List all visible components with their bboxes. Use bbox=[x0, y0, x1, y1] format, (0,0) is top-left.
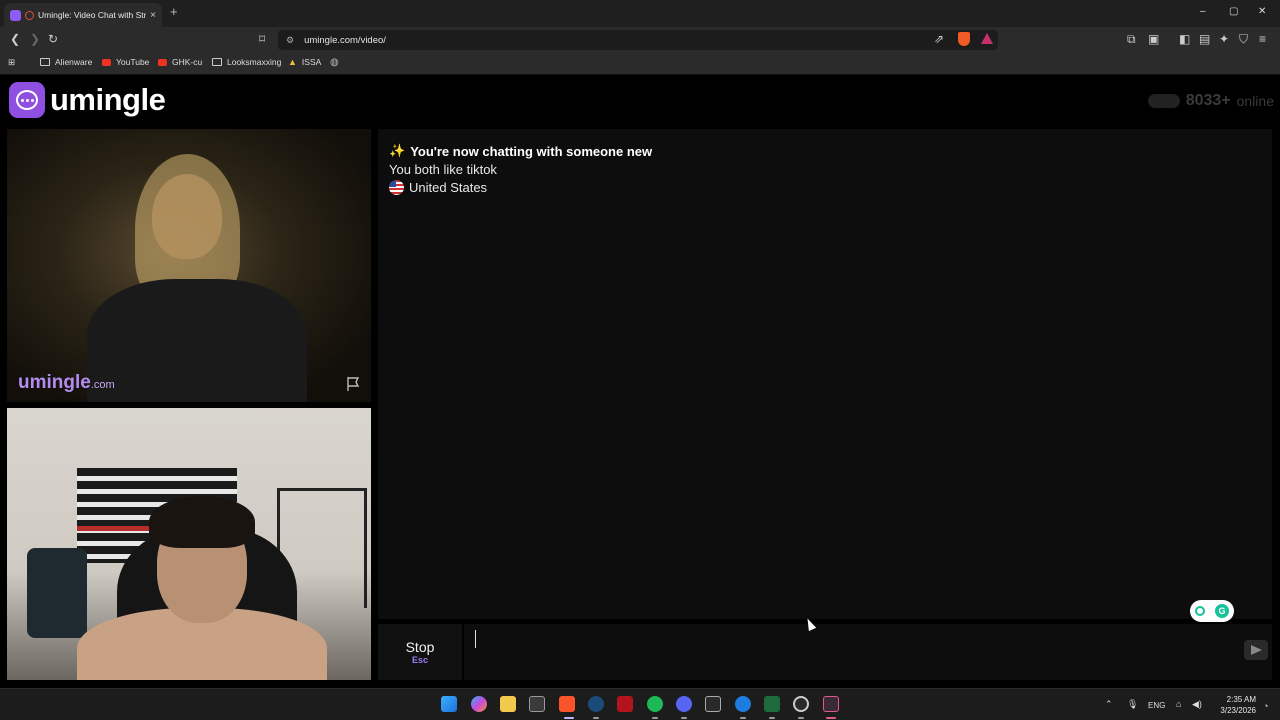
online-indicator: 8033+ online bbox=[1147, 92, 1274, 110]
grammarly-widget[interactable]: G bbox=[1190, 600, 1234, 622]
file-explorer-icon[interactable] bbox=[500, 696, 516, 712]
umingle-logo-icon bbox=[9, 82, 45, 118]
system-clock[interactable]: 2:35 AM 3/23/2026 bbox=[1208, 694, 1256, 716]
address-bar[interactable]: ⚙ umingle.com/video/ bbox=[278, 30, 998, 50]
excel-icon[interactable] bbox=[764, 696, 780, 712]
stop-label: Stop bbox=[405, 639, 435, 655]
chat-common-interest: You both like tiktok bbox=[389, 162, 497, 177]
obs-icon[interactable] bbox=[793, 696, 809, 712]
text-caret bbox=[475, 630, 476, 648]
grammarly-status-icon bbox=[1195, 606, 1205, 616]
bookmark-globe[interactable]: ◍ bbox=[330, 57, 339, 68]
remote-watermark: umingle.com bbox=[18, 372, 115, 393]
back-icon[interactable]: ❮ bbox=[10, 32, 20, 46]
clock-time: 2:35 AM bbox=[1226, 695, 1256, 704]
chat-panel: ✨ You're now chatting with someone new Y… bbox=[378, 129, 1272, 622]
sidebar-icon[interactable]: ◧ bbox=[1179, 32, 1190, 46]
tab-title: Umingle: Video Chat with Str bbox=[38, 10, 147, 20]
minimize-button[interactable]: – bbox=[1200, 6, 1206, 17]
epic-games-icon[interactable] bbox=[705, 696, 721, 712]
online-count: 8033+ bbox=[1185, 92, 1231, 109]
report-flag-icon[interactable] bbox=[345, 376, 361, 392]
leo-ai-icon[interactable]: ✦ bbox=[1219, 32, 1229, 46]
windows-taskbar: ⌃ 🎙 ENG ⌂ ◀) 2:35 AM 3/23/2026 ◔ bbox=[0, 688, 1280, 720]
notification-icon[interactable]: ◔ bbox=[1263, 701, 1268, 711]
extensions-icon[interactable]: ⧉ bbox=[1127, 32, 1136, 47]
chat-controls: Stop Esc bbox=[378, 624, 1272, 680]
steam-icon[interactable] bbox=[588, 696, 604, 712]
volume-icon[interactable]: ◀) bbox=[1192, 699, 1202, 710]
send-button[interactable] bbox=[1244, 640, 1268, 660]
tab-search-icon[interactable]: ▤ bbox=[1199, 32, 1210, 46]
globe-icon: ◍ bbox=[330, 57, 339, 68]
tab-close-icon[interactable]: × bbox=[150, 10, 156, 21]
url-text[interactable]: umingle.com/video/ bbox=[304, 35, 386, 46]
menu-icon[interactable]: ≡ bbox=[1259, 32, 1266, 46]
browser-toolbar: ❮ ❯ ↻ ⌑ ⚙ umingle.com/video/ ⇗ ⧉ ▣ ◧ ▤ ✦… bbox=[0, 27, 1280, 53]
vpn-icon[interactable]: ⛉ bbox=[1239, 32, 1248, 47]
edge-icon[interactable] bbox=[735, 696, 751, 712]
close-window-button[interactable]: ✕ bbox=[1258, 6, 1266, 17]
chat-country: United States bbox=[389, 180, 487, 195]
epic-games-launcher-icon[interactable] bbox=[823, 696, 839, 712]
bookmark-looksmaxxing[interactable]: Looksmaxxing bbox=[212, 57, 281, 67]
forward-icon[interactable]: ❯ bbox=[30, 32, 40, 46]
grammarly-icon: G bbox=[1215, 604, 1229, 618]
brave-shields-icon[interactable] bbox=[958, 32, 970, 46]
chat-system-message: ✨ You're now chatting with someone new bbox=[389, 143, 653, 159]
umingle-logo[interactable]: umingle bbox=[9, 82, 166, 118]
local-video bbox=[7, 408, 371, 680]
online-toggle bbox=[1147, 94, 1180, 108]
bookmark-alienware[interactable]: Alienware bbox=[40, 57, 92, 67]
logo-text: umingle bbox=[50, 82, 166, 117]
wallet-icon[interactable]: ▣ bbox=[1148, 32, 1159, 46]
brave-icon[interactable] bbox=[559, 696, 575, 712]
site-info-icon[interactable]: ⚙ bbox=[286, 35, 294, 46]
message-input[interactable] bbox=[472, 628, 1232, 674]
remote-video: umingle.com bbox=[7, 129, 371, 402]
us-flag-icon bbox=[389, 180, 404, 195]
recording-icon bbox=[25, 10, 34, 20]
umingle-page: umingle 8033+ online umingle.com ✨ You'r… bbox=[0, 76, 1280, 686]
folder-icon bbox=[40, 58, 50, 66]
bookmarks-bar: ⊞ Alienware YouTube GHK-cu Looksmaxxing … bbox=[0, 53, 1280, 75]
online-label: online bbox=[1236, 93, 1274, 109]
youtube-icon bbox=[158, 58, 167, 66]
maximize-button[interactable]: ▢ bbox=[1229, 6, 1238, 17]
store-icon[interactable] bbox=[529, 696, 545, 712]
folder-icon bbox=[212, 58, 222, 66]
bookmark-issa[interactable]: ▲ ISSA bbox=[288, 57, 321, 67]
browser-tab[interactable]: Umingle: Video Chat with Str × bbox=[4, 3, 162, 27]
language-indicator[interactable]: ENG bbox=[1148, 701, 1165, 710]
stop-button[interactable]: Stop Esc bbox=[378, 624, 464, 680]
network-icon[interactable]: ⌂ bbox=[1176, 699, 1181, 709]
bookmark-youtube[interactable]: YouTube bbox=[102, 57, 149, 67]
tray-overflow-icon[interactable]: ⌃ bbox=[1105, 699, 1113, 710]
reload-icon[interactable]: ↻ bbox=[48, 32, 58, 46]
new-tab-button[interactable]: + bbox=[170, 4, 178, 19]
youtube-icon bbox=[102, 58, 111, 66]
brave-rewards-icon[interactable] bbox=[981, 33, 993, 44]
microphone-icon[interactable]: 🎙 bbox=[1127, 699, 1138, 710]
sparkles-icon: ✨ bbox=[389, 143, 406, 158]
share-icon[interactable]: ⇗ bbox=[934, 32, 944, 46]
clock-date: 3/23/2026 bbox=[1220, 706, 1256, 715]
bookmark-icon[interactable]: ⌑ bbox=[259, 32, 265, 46]
discord-icon[interactable] bbox=[676, 696, 692, 712]
windows-start-icon[interactable] bbox=[441, 696, 457, 712]
spotify-icon[interactable] bbox=[647, 696, 663, 712]
bookmark-ghk-cu[interactable]: GHK-cu bbox=[158, 57, 202, 67]
apps-icon[interactable]: ⊞ bbox=[8, 57, 15, 68]
browser-tab-bar: Umingle: Video Chat with Str × + – ▢ ✕ bbox=[0, 0, 1280, 27]
stop-shortcut: Esc bbox=[411, 655, 428, 665]
app-red-icon[interactable] bbox=[617, 696, 633, 712]
issa-icon: ▲ bbox=[288, 57, 297, 67]
send-icon bbox=[1250, 645, 1262, 655]
copilot-icon[interactable] bbox=[471, 696, 487, 712]
umingle-favicon-icon bbox=[10, 9, 21, 21]
